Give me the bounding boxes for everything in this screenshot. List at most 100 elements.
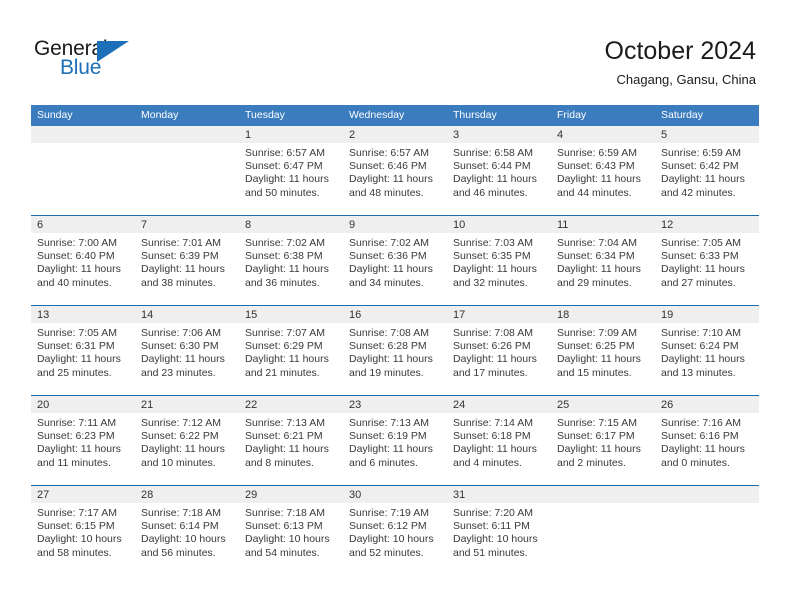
logo-triangle-icon [97, 41, 129, 62]
sunrise-text: Sunrise: 6:58 AM [453, 147, 533, 159]
calendar-day-cell[interactable]: 3 Sunrise: 6:58 AM Sunset: 6:44 PM Daylight… [447, 126, 551, 216]
sunset-text: Sunset: 6:47 PM [245, 160, 323, 173]
sunrise-text: Sunrise: 6:59 AM [557, 147, 637, 159]
sunset-text: Sunset: 6:33 PM [661, 250, 739, 263]
sunset-text: Sunset: 6:28 PM [349, 340, 427, 353]
calendar-day-cell[interactable]: 20 Sunrise: 7:11 AM Sunset: 6:23 PM Dayligh… [31, 395, 135, 486]
sun-info: Sunrise: 7:10 AM Sunset: 6:24 PM Daylight:… [655, 323, 759, 380]
calendar-day-cell[interactable]: 11 Sunrise: 7:04 AM Sunset: 6:34 PM Dayligh… [551, 215, 655, 306]
daylight-text-line1: Daylight: 11 hours [453, 263, 537, 276]
calendar-day-cell[interactable]: 28 Sunrise: 7:18 AM Sunset: 6:14 PM Dayligh… [135, 485, 239, 575]
calendar-day-cell[interactable]: 30 Sunrise: 7:19 AM Sunset: 6:12 PM Dayligh… [343, 485, 447, 575]
calendar-day-cell[interactable]: 5 Sunrise: 6:59 AM Sunset: 6:42 PM Daylight… [655, 126, 759, 216]
day-6: 6 Sunrise: 7:00 AM Sunset: 6:40 PM Daylight… [31, 216, 135, 305]
sunset-text: Sunset: 6:15 PM [37, 520, 115, 533]
sunrise-text: Sunrise: 7:00 AM [37, 237, 117, 249]
calendar-day-cell[interactable]: 13 Sunrise: 7:05 AM Sunset: 6:31 PM Dayligh… [31, 305, 135, 396]
sun-info: Sunrise: 7:13 AM Sunset: 6:19 PM Daylight:… [343, 413, 447, 470]
calendar-day-cell[interactable]: 16 Sunrise: 7:08 AM Sunset: 6:28 PM Dayligh… [343, 305, 447, 396]
sunrise-text: Sunrise: 7:01 AM [141, 237, 221, 249]
sunrise-text: Sunrise: 7:11 AM [37, 417, 117, 429]
day-22: 22 Sunrise: 7:13 AM Sunset: 6:21 PM Dayligh… [239, 396, 343, 485]
sun-info: Sunrise: 6:59 AM Sunset: 6:42 PM Daylight:… [655, 143, 759, 200]
calendar-day-cell[interactable]: 19 Sunrise: 7:10 AM Sunset: 6:24 PM Dayligh… [655, 305, 759, 396]
weekday-header-monday: Monday [135, 105, 239, 126]
sunset-text: Sunset: 6:35 PM [453, 250, 531, 263]
calendar-day-cell[interactable]: 29 Sunrise: 7:18 AM Sunset: 6:13 PM Dayligh… [239, 485, 343, 575]
calendar-day-cell[interactable]: 22 Sunrise: 7:13 AM Sunset: 6:21 PM Dayligh… [239, 395, 343, 486]
day-number: 5 [655, 126, 759, 143]
weekday-header-wednesday: Wednesday [343, 105, 447, 126]
sunrise-text: Sunrise: 7:16 AM [661, 417, 741, 429]
sunset-text: Sunset: 6:16 PM [661, 430, 739, 443]
day-13: 13 Sunrise: 7:05 AM Sunset: 6:31 PM Dayligh… [31, 306, 135, 395]
calendar-day-cell[interactable]: 26 Sunrise: 7:16 AM Sunset: 6:16 PM Dayligh… [655, 395, 759, 486]
day-number: 13 [31, 306, 135, 323]
day-8: 8 Sunrise: 7:02 AM Sunset: 6:38 PM Daylight… [239, 216, 343, 305]
calendar-day-cell[interactable]: 14 Sunrise: 7:06 AM Sunset: 6:30 PM Dayligh… [135, 305, 239, 396]
calendar-day-cell[interactable]: 17 Sunrise: 7:08 AM Sunset: 6:26 PM Dayligh… [447, 305, 551, 396]
weekday-header-thursday: Thursday [447, 105, 551, 126]
weekday-header-tuesday: Tuesday [239, 105, 343, 126]
sun-info: Sunrise: 7:02 AM Sunset: 6:38 PM Daylight:… [239, 233, 343, 290]
sun-info: Sunrise: 7:04 AM Sunset: 6:34 PM Daylight:… [551, 233, 655, 290]
daylight-text-line1: Daylight: 11 hours [245, 443, 329, 456]
day-1: 1 Sunrise: 6:57 AM Sunset: 6:47 PM Daylight… [239, 126, 343, 215]
daylight-text-line1: Daylight: 11 hours [141, 443, 225, 456]
calendar-day-cell[interactable]: 21 Sunrise: 7:12 AM Sunset: 6:22 PM Dayligh… [135, 395, 239, 486]
empty-day [31, 126, 135, 215]
calendar-day-cell[interactable]: 25 Sunrise: 7:15 AM Sunset: 6:17 PM Dayligh… [551, 395, 655, 486]
calendar-day-cell[interactable]: 31 Sunrise: 7:20 AM Sunset: 6:11 PM Dayligh… [447, 485, 551, 575]
title-block: October 2024 Chagang, Gansu, China [605, 36, 757, 89]
daylight-text-line2: and 32 minutes. [453, 276, 528, 289]
daylight-text-line2: and 56 minutes. [141, 546, 216, 559]
calendar-day-cell[interactable]: 7 Sunrise: 7:01 AM Sunset: 6:39 PM Daylight… [135, 215, 239, 306]
sun-info: Sunrise: 7:01 AM Sunset: 6:39 PM Daylight:… [135, 233, 239, 290]
daylight-text-line1: Daylight: 10 hours [141, 533, 226, 546]
sunset-text: Sunset: 6:13 PM [245, 520, 323, 533]
daylight-text-line2: and 46 minutes. [453, 186, 528, 199]
daylight-text-line2: and 54 minutes. [245, 546, 320, 559]
sun-info: Sunrise: 7:13 AM Sunset: 6:21 PM Daylight:… [239, 413, 343, 470]
calendar-day-cell[interactable]: 23 Sunrise: 7:13 AM Sunset: 6:19 PM Dayligh… [343, 395, 447, 486]
general-blue-logo: General Blue [34, 38, 164, 86]
daylight-text-line2: and 27 minutes. [661, 276, 736, 289]
sunrise-text: Sunrise: 7:10 AM [661, 327, 741, 339]
calendar-day-cell[interactable]: 6 Sunrise: 7:00 AM Sunset: 6:40 PM Daylight… [31, 215, 135, 306]
weekday-header-sunday: Sunday [31, 105, 135, 126]
calendar-week-row: 6 Sunrise: 7:00 AM Sunset: 6:40 PM Daylight… [31, 215, 759, 306]
sun-info: Sunrise: 7:05 AM Sunset: 6:31 PM Daylight:… [31, 323, 135, 380]
calendar-day-cell[interactable]: 8 Sunrise: 7:02 AM Sunset: 6:38 PM Daylight… [239, 215, 343, 306]
sunrise-text: Sunrise: 7:17 AM [37, 507, 117, 519]
sunrise-text: Sunrise: 7:08 AM [453, 327, 533, 339]
calendar-day-cell[interactable]: 18 Sunrise: 7:09 AM Sunset: 6:25 PM Dayligh… [551, 305, 655, 396]
daylight-text-line1: Daylight: 10 hours [349, 533, 434, 546]
sun-info: Sunrise: 6:57 AM Sunset: 6:46 PM Daylight:… [343, 143, 447, 200]
daylight-text-line1: Daylight: 11 hours [141, 263, 225, 276]
sunset-text: Sunset: 6:25 PM [557, 340, 635, 353]
empty-day [551, 486, 655, 575]
sun-info: Sunrise: 7:08 AM Sunset: 6:26 PM Daylight:… [447, 323, 551, 380]
sun-info: Sunrise: 7:18 AM Sunset: 6:13 PM Daylight:… [239, 503, 343, 560]
daylight-text-line1: Daylight: 11 hours [453, 353, 537, 366]
day-number: 16 [343, 306, 447, 323]
day-number: 24 [447, 396, 551, 413]
calendar-week-row: 13 Sunrise: 7:05 AM Sunset: 6:31 PM Dayligh… [31, 305, 759, 396]
calendar-day-cell[interactable]: 15 Sunrise: 7:07 AM Sunset: 6:29 PM Dayligh… [239, 305, 343, 396]
sunset-text: Sunset: 6:22 PM [141, 430, 219, 443]
calendar-day-cell[interactable]: 4 Sunrise: 6:59 AM Sunset: 6:43 PM Daylight… [551, 126, 655, 216]
daylight-text-line2: and 36 minutes. [245, 276, 320, 289]
sunrise-text: Sunrise: 6:57 AM [245, 147, 325, 159]
day-number: 28 [135, 486, 239, 503]
calendar-day-cell[interactable]: 12 Sunrise: 7:05 AM Sunset: 6:33 PM Dayligh… [655, 215, 759, 306]
daylight-text-line1: Daylight: 11 hours [349, 173, 433, 186]
calendar-day-cell[interactable]: 2 Sunrise: 6:57 AM Sunset: 6:46 PM Daylight… [343, 126, 447, 216]
sunset-text: Sunset: 6:46 PM [349, 160, 427, 173]
calendar-day-cell[interactable]: 24 Sunrise: 7:14 AM Sunset: 6:18 PM Dayligh… [447, 395, 551, 486]
calendar-day-cell[interactable]: 9 Sunrise: 7:02 AM Sunset: 6:36 PM Daylight… [343, 215, 447, 306]
calendar-day-cell[interactable]: 1 Sunrise: 6:57 AM Sunset: 6:47 PM Daylight… [239, 126, 343, 216]
calendar-day-cell[interactable]: 27 Sunrise: 7:17 AM Sunset: 6:15 PM Dayligh… [31, 485, 135, 575]
sunset-text: Sunset: 6:38 PM [245, 250, 323, 263]
calendar-day-cell[interactable]: 10 Sunrise: 7:03 AM Sunset: 6:35 PM Dayligh… [447, 215, 551, 306]
day-number: 27 [31, 486, 135, 503]
